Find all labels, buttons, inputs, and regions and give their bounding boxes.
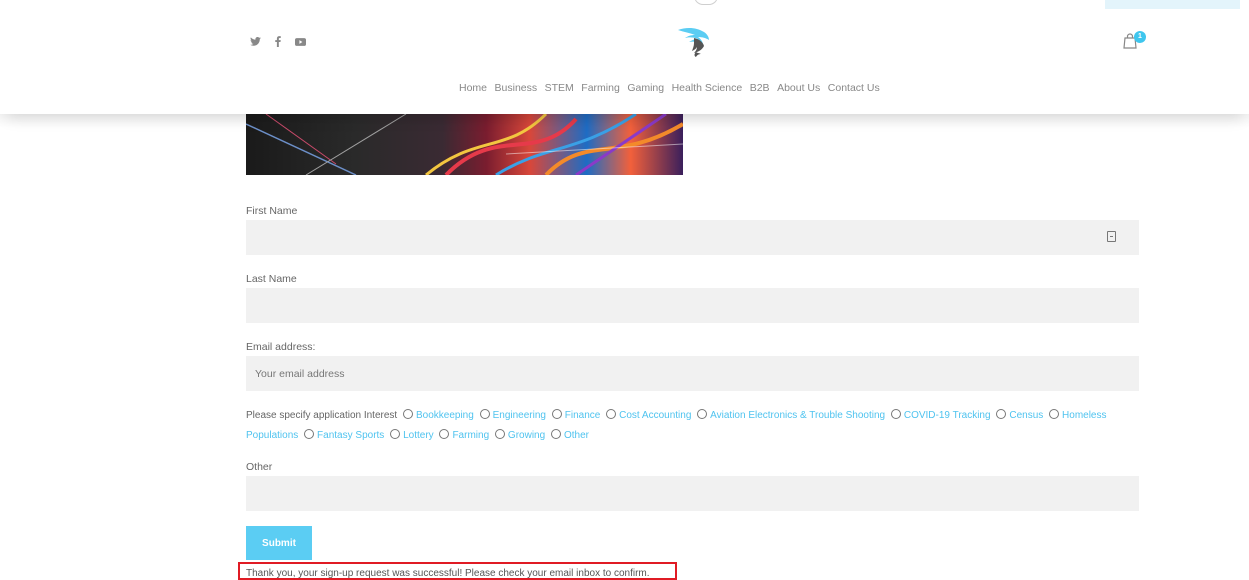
option-other[interactable]: Other (564, 430, 589, 441)
radio-lottery[interactable] (390, 429, 401, 439)
radio-aviation[interactable] (697, 409, 708, 419)
nav-b2b[interactable]: B2B (750, 82, 770, 94)
radio-homeless[interactable] (1049, 409, 1060, 419)
main-nav: Home Business STEM Farming Gaming Health… (459, 82, 887, 94)
social-links (250, 36, 306, 47)
radio-cost-accounting[interactable] (606, 409, 617, 419)
radio-other[interactable] (550, 429, 561, 439)
last-name-input[interactable] (246, 288, 1139, 323)
nav-gaming[interactable]: Gaming (627, 82, 664, 94)
twitter-icon[interactable] (250, 37, 261, 46)
interest-group: Please specify application Interest Book… (246, 406, 1136, 446)
option-fantasy-sports[interactable]: Fantasy Sports (317, 430, 384, 441)
top-tab[interactable] (1105, 0, 1240, 9)
radio-engineering[interactable] (479, 409, 490, 419)
site-logo[interactable] (672, 24, 714, 63)
radio-census[interactable] (996, 409, 1007, 419)
option-census[interactable]: Census (1009, 410, 1043, 421)
submit-button[interactable]: Submit (246, 526, 312, 560)
radio-fantasy-sports[interactable] (304, 429, 315, 439)
nav-farming[interactable]: Farming (581, 82, 620, 94)
option-growing[interactable]: Growing (508, 430, 545, 441)
site-header: 1 Home Business STEM Farming Gaming Heal… (0, 0, 1249, 114)
nav-about-us[interactable]: About Us (777, 82, 820, 94)
option-engineering[interactable]: Engineering (493, 410, 546, 421)
nav-stem[interactable]: STEM (545, 82, 574, 94)
option-farming[interactable]: Farming (452, 430, 489, 441)
cart-button[interactable]: 1 (1123, 31, 1146, 54)
nav-home[interactable]: Home (459, 82, 487, 94)
other-input[interactable] (246, 476, 1139, 511)
email-label: Email address: (246, 341, 316, 353)
radio-covid[interactable] (890, 409, 901, 419)
radio-bookkeeping[interactable] (402, 409, 413, 419)
email-input[interactable] (246, 356, 1139, 391)
option-finance[interactable]: Finance (565, 410, 601, 421)
option-bookkeeping[interactable]: Bookkeeping (416, 410, 474, 421)
youtube-icon[interactable] (295, 37, 306, 46)
option-covid[interactable]: COVID-19 Tracking (904, 410, 991, 421)
interest-label: Please specify application Interest (246, 410, 398, 421)
nav-business[interactable]: Business (495, 82, 538, 94)
radio-finance[interactable] (551, 409, 562, 419)
last-name-label: Last Name (246, 273, 297, 285)
facebook-icon[interactable] (275, 36, 281, 47)
success-message: Thank you, your sign-up request was succ… (238, 562, 677, 580)
first-name-label: First Name (246, 205, 298, 217)
cart-count-badge: 1 (1134, 31, 1146, 43)
option-aviation[interactable]: Aviation Electronics & Trouble Shooting (710, 410, 885, 421)
radio-farming[interactable] (439, 429, 450, 439)
autofill-icon[interactable] (1107, 231, 1116, 242)
nav-health-science[interactable]: Health Science (672, 82, 743, 94)
option-lottery[interactable]: Lottery (403, 430, 434, 441)
other-label: Other (246, 461, 273, 473)
option-cost-accounting[interactable]: Cost Accounting (619, 410, 691, 421)
radio-growing[interactable] (494, 429, 505, 439)
top-decoration (694, 0, 718, 5)
nav-contact-us[interactable]: Contact Us (828, 82, 880, 94)
first-name-input[interactable] (246, 220, 1139, 255)
